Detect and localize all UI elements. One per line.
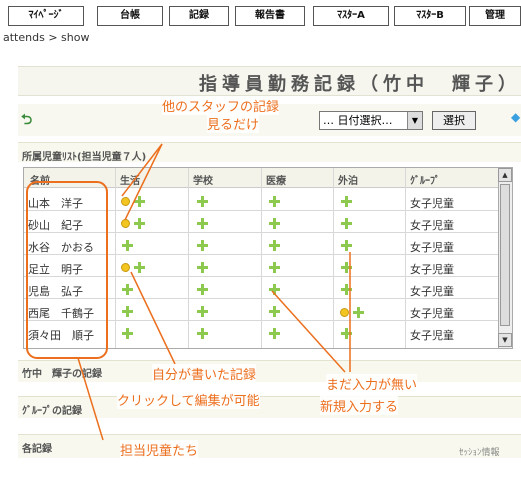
title-bar: 指導員勤務記録（竹中 輝子） [18, 66, 521, 96]
col-divider [261, 168, 262, 348]
add-record-icon[interactable] [341, 328, 352, 339]
add-record-icon[interactable] [197, 284, 208, 295]
table-row-group: 女子児童 [410, 307, 454, 320]
select-button[interactable]: 選択 [432, 111, 476, 130]
existing-record-icon[interactable] [340, 308, 349, 317]
add-record-icon[interactable] [197, 218, 208, 229]
table-row-name: 砂山 紀子 [28, 219, 83, 232]
scroll-down-icon[interactable]: ▼ [498, 333, 512, 347]
add-record-icon[interactable] [122, 328, 133, 339]
scroll-up-icon[interactable]: ▲ [498, 168, 512, 182]
col-header-school: 学校 [193, 176, 213, 187]
col-divider [333, 168, 334, 348]
col-header-group: ｸﾞﾙｰﾌﾟ [410, 176, 440, 187]
table-row-group: 女子児童 [410, 197, 454, 210]
add-record-icon[interactable] [197, 306, 208, 317]
add-record-icon[interactable] [269, 262, 280, 273]
add-record-icon[interactable] [341, 218, 352, 229]
table-row-group: 女子児童 [410, 241, 454, 254]
annotation-new-input: 新規入力する [320, 396, 399, 415]
table-row-group: 女子児童 [410, 263, 454, 276]
page-title: 指導員勤務記録（竹中 輝子） [199, 74, 521, 95]
add-record-icon[interactable] [197, 328, 208, 339]
existing-record-icon[interactable] [121, 263, 130, 272]
nav-records[interactable]: 記録 [169, 6, 229, 26]
col-header-life: 生活 [120, 176, 140, 187]
add-record-icon[interactable] [341, 240, 352, 251]
staff-record-section: 竹中 輝子の記録 [18, 360, 521, 382]
child-list-section: 所属児童ﾘｽﾄ(担当児童７人) [18, 142, 521, 163]
add-record-icon[interactable] [341, 196, 352, 207]
each-record-title: 各記録 [22, 444, 52, 455]
add-record-icon[interactable] [341, 284, 352, 295]
annotation-others-records: 他のスタッフの記録 [162, 96, 280, 115]
add-record-icon[interactable] [122, 240, 133, 251]
add-record-icon[interactable] [134, 196, 145, 207]
back-arrow-icon[interactable]: ⮌ [21, 109, 32, 133]
add-record-icon[interactable] [134, 218, 145, 229]
nav-ledger[interactable]: 台帳 [97, 6, 163, 26]
add-record-icon[interactable] [197, 240, 208, 251]
annotation-view-only: 見るだけ [207, 114, 260, 133]
each-record-section: 各記録 [18, 434, 521, 458]
table-row-group: 女子児童 [410, 219, 454, 232]
group-record-title: ｸﾞﾙｰﾌﾟの記録 [22, 406, 82, 417]
nav-reports[interactable]: 報告書 [235, 6, 305, 26]
add-record-icon[interactable] [269, 218, 280, 229]
col-header-overnight: 外泊 [338, 176, 358, 187]
col-header-name: 名前 [30, 176, 50, 187]
table-row-group: 女子児童 [410, 329, 454, 342]
annotation-my-records: 自分が書いた記録 [152, 364, 257, 383]
add-record-icon[interactable] [269, 284, 280, 295]
table-row-name: 山本 洋子 [28, 197, 83, 210]
date-select-value: … 日付選択… [323, 114, 393, 127]
nav-master-a[interactable]: ﾏｽﾀｰA [313, 6, 389, 26]
add-record-icon[interactable] [269, 306, 280, 317]
add-record-icon[interactable] [269, 328, 280, 339]
table-row-name: 須々田 順子 [28, 329, 94, 342]
col-header-medical: 医療 [266, 176, 286, 187]
add-record-icon[interactable] [269, 196, 280, 207]
annotation-click-edit: クリックして編集が可能 [117, 390, 260, 409]
nav-admin[interactable]: 管理 [469, 6, 521, 26]
staff-record-title: 竹中 輝子の記録 [22, 369, 102, 380]
table-row-name: 西尾 千鶴子 [28, 307, 94, 320]
add-record-icon[interactable] [197, 262, 208, 273]
date-select[interactable]: … 日付選択… ▼ [319, 111, 423, 130]
table-row-name: 足立 明子 [28, 263, 83, 276]
existing-record-icon[interactable] [121, 197, 130, 206]
chevron-down-icon[interactable]: ▼ [407, 112, 422, 129]
diamond-icon[interactable]: ◆ [511, 110, 520, 124]
table-row-name: 水谷 かおる [28, 241, 94, 254]
breadcrumb: attends > show [3, 31, 90, 44]
add-record-icon[interactable] [122, 306, 133, 317]
table-row-name: 児島 弘子 [28, 285, 83, 298]
child-list-title: 所属児童ﾘｽﾄ(担当児童７人) [22, 152, 147, 163]
top-nav: ﾏｲﾍﾟｰｼﾞ 台帳 記録 報告書 ﾏｽﾀｰA ﾏｽﾀｰB 管理 [0, 6, 521, 26]
col-divider [188, 168, 189, 348]
add-record-icon[interactable] [122, 284, 133, 295]
annotation-assigned: 担当児童たち [120, 440, 199, 459]
scroll-thumb[interactable] [500, 184, 510, 326]
table-row-group: 女子児童 [410, 285, 454, 298]
add-record-icon[interactable] [197, 196, 208, 207]
col-divider [115, 168, 116, 348]
annotation-no-input: まだ入力が無い [326, 374, 418, 393]
add-record-icon[interactable] [353, 307, 364, 318]
add-record-icon[interactable] [341, 262, 352, 273]
session-info[interactable]: ｾｯｼｮﾝ情報 [459, 445, 500, 458]
nav-mypage[interactable]: ﾏｲﾍﾟｰｼﾞ [8, 6, 84, 26]
col-divider [405, 168, 406, 348]
nav-master-b[interactable]: ﾏｽﾀｰB [394, 6, 466, 26]
existing-record-icon[interactable] [121, 219, 130, 228]
add-record-icon[interactable] [134, 262, 145, 273]
group-record-section: ｸﾞﾙｰﾌﾟの記録 [18, 396, 521, 418]
add-record-icon[interactable] [269, 240, 280, 251]
